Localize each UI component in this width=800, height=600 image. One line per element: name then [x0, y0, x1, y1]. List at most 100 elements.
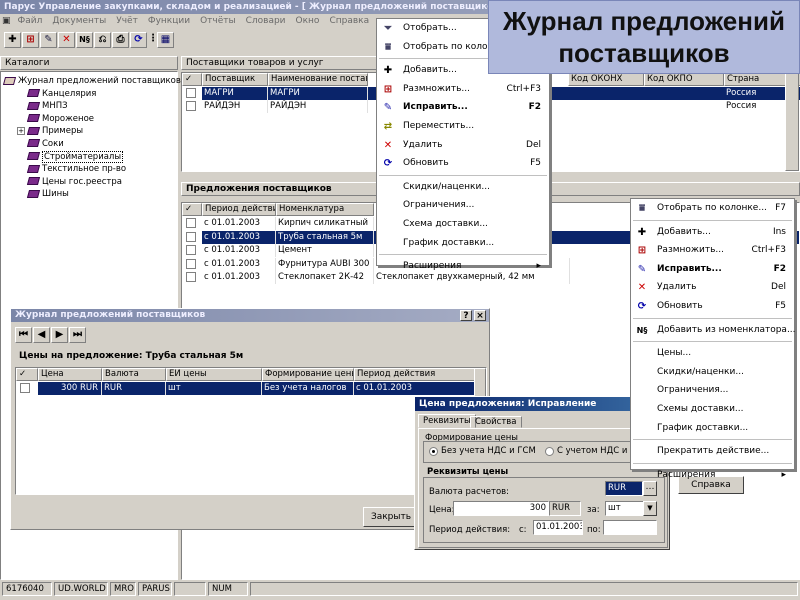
price-field[interactable]: 300	[453, 501, 549, 516]
status-panel: NUM	[208, 582, 248, 596]
tab-requisites[interactable]: Реквизиты	[418, 414, 476, 428]
refresh-icon[interactable]: ⟳	[130, 32, 147, 48]
filter-icon[interactable]: ⎌	[94, 32, 111, 48]
menu-item[interactable]: ⟳ Обновить F5	[631, 297, 794, 316]
app-menu-icon[interactable]: ▣	[0, 14, 13, 28]
delete-icon[interactable]: ✕	[58, 32, 75, 48]
column-header[interactable]: Код ОКОНХ	[568, 73, 644, 86]
column-header[interactable]: Период действия	[202, 203, 276, 216]
row-checkbox[interactable]	[186, 245, 196, 255]
column-header[interactable]: Цена	[38, 368, 102, 381]
last-record-icon[interactable]: ⏭	[69, 327, 86, 343]
menu-2[interactable]: Учёт	[111, 14, 143, 28]
column-header[interactable]: Формирование цены	[262, 368, 354, 381]
table-cell: RUR	[102, 382, 166, 395]
help-icon[interactable]: ?	[460, 310, 472, 321]
from-date-field[interactable]: 01.01.2003	[533, 520, 583, 535]
menu-item[interactable]: N§ Добавить из номенклатора...	[631, 321, 796, 340]
edit-icon[interactable]: ✎	[40, 32, 57, 48]
chevron-down-icon[interactable]: ▼	[643, 501, 657, 516]
row-checkbox[interactable]	[20, 383, 30, 393]
menu-7[interactable]: Справка	[324, 14, 374, 28]
catalog-item[interactable]: Канцелярия	[4, 88, 177, 101]
expand-icon[interactable]: +	[17, 127, 25, 136]
edit-icon: ✎	[383, 102, 393, 114]
row-checkbox[interactable]	[186, 218, 196, 228]
menu-item[interactable]: График доставки...	[631, 419, 794, 438]
menu-item[interactable]: Схемы доставки...	[631, 400, 794, 419]
menu-item[interactable]: Расширения ▸	[377, 257, 549, 276]
menu-item[interactable]: ⊞ Размножить... Ctrl+F3	[631, 241, 794, 260]
menu-4[interactable]: Отчёты	[195, 14, 241, 28]
catalog-item[interactable]: Мороженое	[4, 113, 177, 126]
row-checkbox[interactable]	[186, 272, 196, 282]
add-icon[interactable]: ✚	[4, 32, 21, 48]
column-header[interactable]: Код ОКПО	[644, 73, 724, 86]
catalog-item[interactable]: Соки	[4, 138, 177, 151]
menu-item[interactable]: ✎ Исправить... F2	[631, 260, 794, 279]
radio-without-vat[interactable]	[429, 447, 438, 456]
submenu-arrow-icon: ▸	[781, 469, 786, 480]
catalog-item[interactable]: Текстильное пр-во	[4, 163, 177, 176]
menu-item[interactable]: ⟳ Обновить F5	[377, 154, 549, 173]
row-checkbox[interactable]	[186, 231, 196, 242]
menu-item[interactable]: Схема доставки...	[377, 215, 549, 234]
column-header[interactable]: ЕИ цены	[166, 368, 262, 381]
column-header[interactable]: Валюта	[102, 368, 166, 381]
nomenclature-icon[interactable]: N§	[76, 32, 93, 48]
catalog-item[interactable]: Шины	[4, 188, 177, 201]
menu-item[interactable]: Ограничения...	[631, 381, 794, 400]
move-icon: ⇄	[383, 120, 393, 132]
catalog-item[interactable]: Журнал предложений поставщиков	[2, 75, 181, 88]
catalog-item[interactable]: МНПЗ	[4, 100, 177, 113]
close-icon[interactable]: ×	[474, 310, 486, 321]
menu-item[interactable]: ✎ Исправить... F2	[377, 98, 549, 117]
copy-icon[interactable]: ⊞	[22, 32, 39, 48]
menu-item[interactable]: ✚ Добавить... Ins	[631, 223, 794, 242]
menu-3[interactable]: Функции	[143, 14, 195, 28]
prev-record-icon[interactable]: ◀	[33, 327, 50, 343]
close-button[interactable]: Закрыть	[363, 507, 419, 527]
menu-item[interactable]: ✕ Удалить Del	[631, 278, 794, 297]
row-checkbox[interactable]	[186, 258, 196, 269]
unit-select[interactable]: шт	[605, 501, 645, 516]
scrollbar[interactable]	[785, 73, 799, 171]
menu-item[interactable]: ⊞ Размножить... Ctrl+F3	[377, 80, 549, 99]
folder-icon	[26, 189, 41, 198]
columns-icon[interactable]: ▦	[157, 32, 174, 48]
menu-item[interactable]: Прекратить действие...	[631, 442, 794, 461]
menu-item[interactable]: ⇄ Переместить...	[377, 117, 549, 136]
print-icon[interactable]: ⎙	[112, 32, 129, 48]
column-header[interactable]: Поставщик	[202, 73, 268, 86]
menu-item[interactable]: ✕ Удалить Del	[377, 136, 549, 155]
table-cell: Без учета налогов	[262, 382, 354, 395]
column-header[interactable]: Наименование поставщика	[268, 73, 368, 86]
menu-item[interactable]: Скидки/наценки...	[631, 363, 794, 382]
menu-item[interactable]: ⩸ Отобрать по колонке... F7	[631, 199, 794, 218]
menu-separator	[633, 317, 792, 319]
menu-item-label: Добавить из номенклатора...	[657, 324, 796, 335]
catalog-item[interactable]: Цены гос.реестра	[4, 176, 177, 189]
to-date-field[interactable]	[603, 520, 657, 535]
grid-corner: ✓	[182, 73, 202, 86]
menu-item[interactable]: Скидки/наценки...	[377, 178, 549, 197]
row-checkbox[interactable]	[186, 88, 196, 98]
column-header[interactable]: Период действия	[354, 368, 484, 381]
menu-1[interactable]: Документы	[47, 14, 111, 28]
catalog-item[interactable]: + Примеры	[4, 125, 177, 138]
first-record-icon[interactable]: ⏮	[15, 327, 32, 343]
menu-item[interactable]: График доставки...	[377, 234, 549, 253]
menu-0[interactable]: Файл	[13, 14, 48, 28]
menu-item[interactable]: Ограничения...	[377, 196, 549, 215]
column-header[interactable]: Номенклатура	[276, 203, 374, 216]
tab-properties[interactable]: Свойства	[470, 416, 522, 428]
catalog-item[interactable]: Стройматериалы	[4, 150, 177, 164]
menu-5[interactable]: Словари	[241, 14, 291, 28]
row-checkbox[interactable]	[186, 101, 196, 111]
menu-6[interactable]: Окно	[291, 14, 325, 28]
radio-with-vat[interactable]	[545, 447, 554, 456]
menu-item[interactable]: Расширения ▸	[631, 466, 794, 485]
to-label: по:	[587, 525, 601, 535]
menu-item[interactable]: Цены...	[631, 344, 794, 363]
next-record-icon[interactable]: ▶	[51, 327, 68, 343]
